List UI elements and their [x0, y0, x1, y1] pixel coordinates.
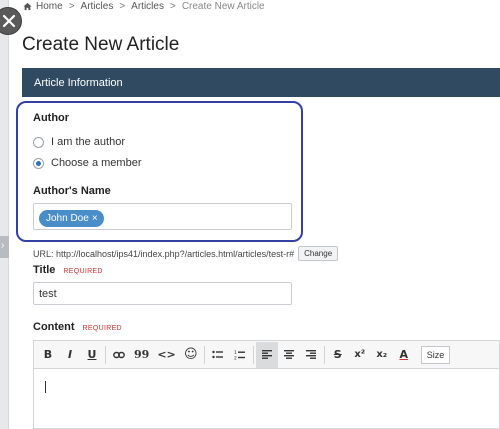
required-badge: REQUIRED	[82, 325, 122, 332]
align-right-icon	[305, 350, 316, 359]
bulleted-list-icon	[212, 350, 224, 359]
text-caret	[45, 381, 46, 393]
radio-option-self-author[interactable]: I am the author	[33, 136, 125, 148]
url-row: URL: http://localhost/ips41/index.php?/a…	[33, 246, 339, 261]
url-text: URL: http://localhost/ips41/index.php?/a…	[33, 248, 295, 259]
align-left-button[interactable]	[255, 341, 278, 368]
code-button[interactable]: <>	[153, 342, 179, 368]
radio-option-choose-member[interactable]: Choose a member	[33, 157, 142, 169]
bold-button[interactable]: B	[37, 342, 59, 368]
underline-button[interactable]: U	[81, 342, 103, 368]
link-icon	[113, 351, 125, 358]
svg-text:1: 1	[234, 350, 237, 356]
required-badge: REQUIRED	[63, 268, 103, 275]
editor-toolbar: B I U 99 <> ☺ 12 S x² x₂ A Size	[33, 340, 500, 368]
toolbar-divider	[203, 345, 205, 364]
radio-button[interactable]	[33, 136, 44, 148]
close-icon	[2, 14, 16, 28]
content-label: Content REQUIRED	[33, 321, 122, 333]
align-left-icon	[261, 350, 272, 359]
breadcrumb-current: Create New Article	[181, 1, 265, 12]
italic-button[interactable]: I	[59, 342, 81, 368]
member-tag-label: John Doe	[46, 213, 89, 224]
content-label-text: Content	[33, 321, 75, 333]
numbered-list-button[interactable]: 12	[229, 342, 251, 368]
author-name-input[interactable]: John Doe ×	[33, 203, 292, 230]
breadcrumb-articles-category[interactable]: Articles	[131, 1, 164, 12]
change-url-button[interactable]: Change	[298, 246, 339, 261]
font-size-dropdown[interactable]: Size	[420, 345, 451, 364]
emoji-button[interactable]: ☺	[180, 342, 202, 368]
font-color-button[interactable]: A	[393, 342, 415, 368]
home-icon	[23, 2, 32, 11]
section-header: Article Information	[22, 68, 500, 97]
breadcrumb: Home > Articles > Articles > Create New …	[23, 1, 265, 12]
content-editor[interactable]	[33, 368, 500, 429]
breadcrumb-separator: >	[169, 1, 176, 12]
radio-label: I am the author	[51, 136, 125, 148]
author-label: Author	[33, 112, 70, 124]
quote-button[interactable]: 99	[130, 342, 153, 368]
subscript-button[interactable]: x₂	[371, 342, 393, 368]
bulleted-list-button[interactable]	[207, 342, 229, 368]
author-name-label: Author's Name	[33, 185, 111, 197]
link-button[interactable]	[108, 342, 130, 368]
align-center-icon	[283, 350, 294, 359]
breadcrumb-home[interactable]: Home	[36, 1, 63, 12]
page-title: Create New Article	[22, 34, 180, 55]
breadcrumb-articles[interactable]: Articles	[81, 1, 114, 12]
chevron-right-icon: ›	[1, 240, 5, 251]
radio-button-selected[interactable]	[33, 157, 44, 169]
breadcrumb-separator: >	[119, 1, 126, 12]
radio-label: Choose a member	[51, 157, 142, 169]
close-button[interactable]	[0, 7, 22, 35]
tag-remove-icon[interactable]: ×	[92, 213, 98, 224]
title-input[interactable]	[33, 282, 292, 305]
superscript-button[interactable]: x²	[349, 342, 371, 368]
toolbar-divider	[323, 345, 325, 364]
left-side-panel: ›	[0, 0, 9, 429]
title-label: Title REQUIRED	[33, 264, 103, 276]
breadcrumb-separator: >	[68, 1, 75, 12]
strikethrough-button[interactable]: S	[327, 342, 349, 368]
panel-toggle-tab[interactable]: ›	[0, 236, 9, 258]
numbered-list-icon: 12	[234, 350, 246, 360]
toolbar-divider	[105, 345, 106, 364]
title-label-text: Title	[33, 264, 56, 276]
toolbar-divider	[252, 345, 254, 364]
align-right-button[interactable]	[300, 342, 322, 368]
member-tag: John Doe ×	[39, 210, 104, 227]
align-center-button[interactable]	[278, 342, 300, 368]
svg-text:2: 2	[234, 355, 237, 360]
